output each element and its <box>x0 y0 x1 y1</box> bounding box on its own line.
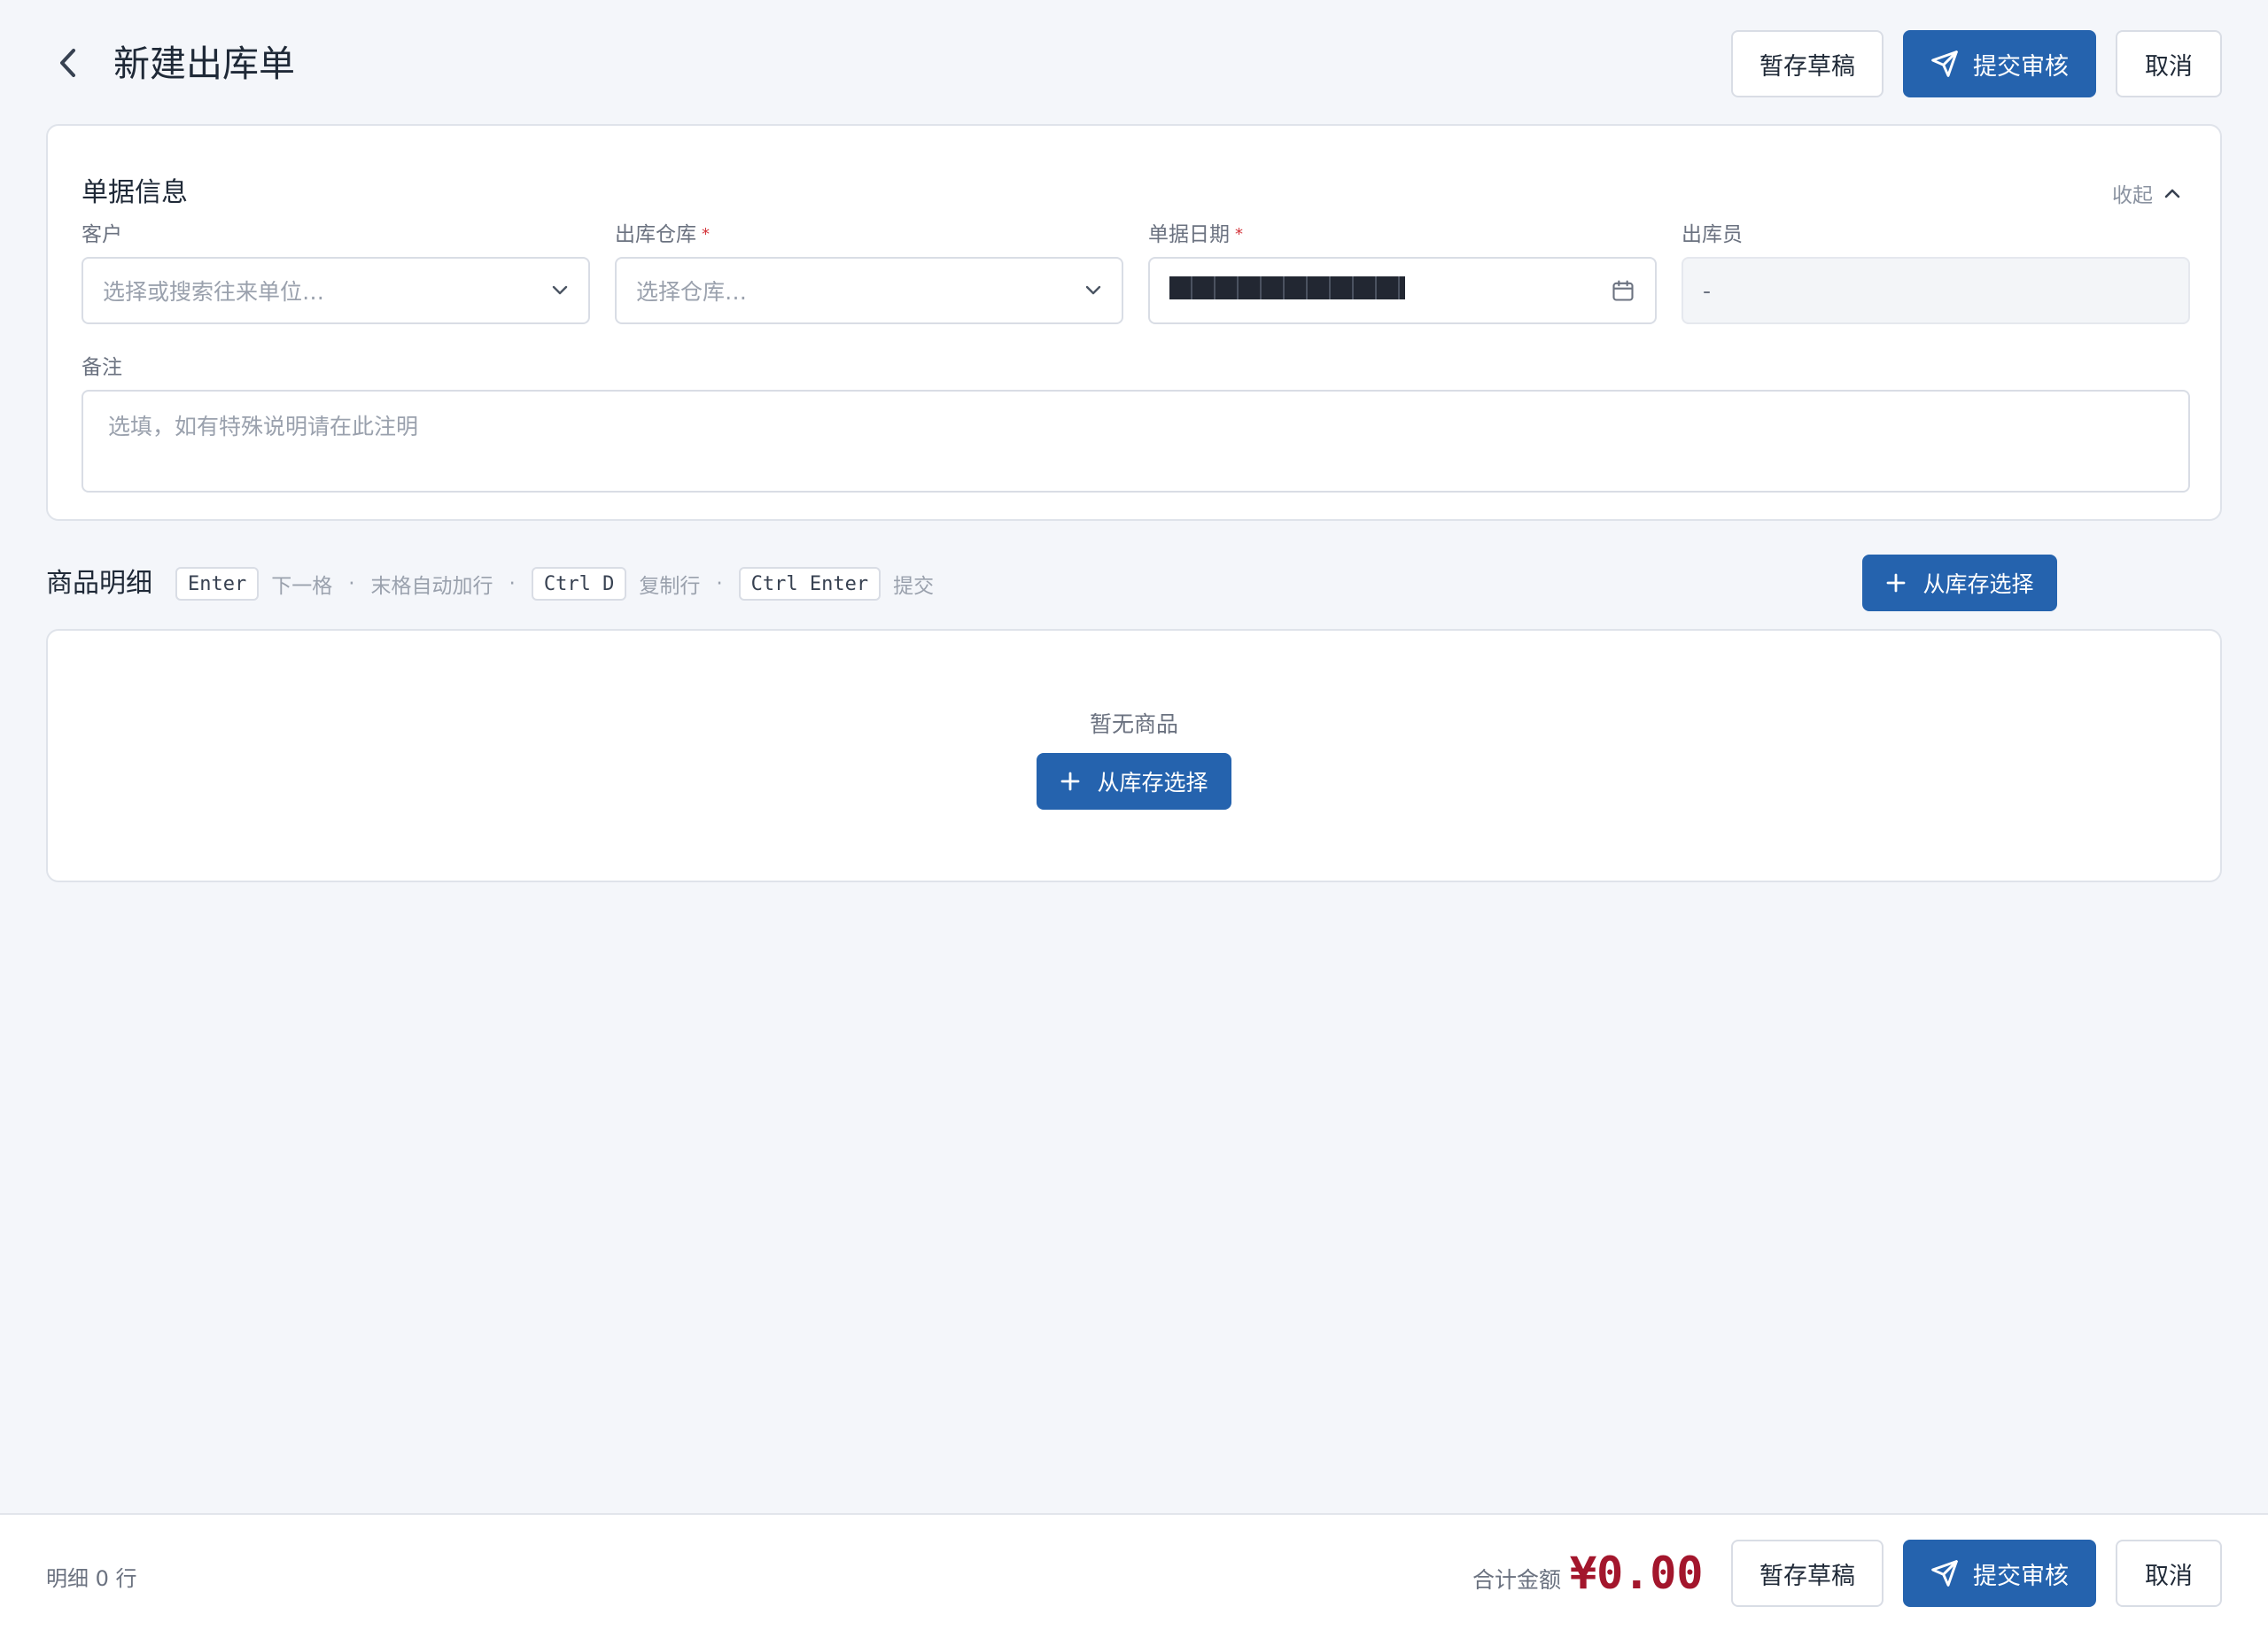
customer-placeholder: 选择或搜索往来单位… <box>103 279 325 305</box>
back-button[interactable] <box>46 39 89 87</box>
page-title: 新建出库单 <box>113 43 295 85</box>
date-label: 单据日期 * <box>1148 223 1243 246</box>
required-mark: * <box>1235 225 1243 244</box>
total-amount: ¥0.00 <box>1570 1548 1704 1599</box>
warehouse-placeholder: 选择仓库… <box>636 279 748 305</box>
cancel-button[interactable]: 取消 <box>2116 30 2222 97</box>
submit-review-button[interactable]: 提交审核 <box>1903 30 2096 97</box>
warehouse-select[interactable]: 选择仓库… <box>615 257 1123 324</box>
submit-review-label: 提交审核 <box>1973 52 2069 81</box>
save-draft-button[interactable]: 暂存草稿 <box>1731 30 1884 97</box>
send-icon <box>1931 1560 1958 1587</box>
kbd-ctrl-enter: Ctrl Enter <box>738 567 882 601</box>
warehouse-label: 出库仓库 * <box>615 223 710 246</box>
customer-label: 客户 <box>82 223 122 246</box>
select-from-stock-label: 从库存选择 <box>1922 571 2034 597</box>
save-draft-label: 暂存草稿 <box>1759 52 1855 81</box>
required-mark: * <box>702 225 710 244</box>
section-title: 单据信息 <box>82 177 188 208</box>
kbd-enter: Enter <box>175 567 260 601</box>
save-draft-label: 暂存草稿 <box>1759 1562 1855 1590</box>
footer-cancel-button[interactable]: 取消 <box>2116 1540 2222 1607</box>
hint-text: 下一格 <box>271 575 333 598</box>
detail-count: 明细 0 行 <box>46 1566 137 1591</box>
empty-select-from-stock-button[interactable]: 从库存选择 <box>1037 753 1231 810</box>
footer-save-draft-button[interactable]: 暂存草稿 <box>1731 1540 1884 1607</box>
operator-label: 出库员 <box>1682 223 1743 246</box>
cancel-label: 取消 <box>2145 52 2193 81</box>
details-empty-card: 暂无商品 从库存选择 <box>46 629 2222 882</box>
empty-text: 暂无商品 <box>1089 711 1178 737</box>
customer-select[interactable]: 选择或搜索往来单位… <box>82 257 590 324</box>
date-value-redacted <box>1169 276 1405 299</box>
date-input[interactable] <box>1148 257 1657 324</box>
remark-label: 备注 <box>82 356 122 379</box>
operator-field: - <box>1682 257 2190 324</box>
chevron-down-icon <box>552 285 568 295</box>
footer-submit-review-button[interactable]: 提交审核 <box>1903 1540 2096 1607</box>
hint-separator: · <box>348 572 355 595</box>
page-header: 新建出库单 暂存草稿 提交审核 取消 <box>0 0 2268 126</box>
remark-placeholder: 选填，如有特殊说明请在此注明 <box>108 414 419 439</box>
chevron-up-icon <box>2164 189 2180 198</box>
hint-separator: · <box>509 572 516 595</box>
remark-textarea[interactable]: 选填，如有特殊说明请在此注明 <box>82 390 2190 493</box>
chevron-down-icon <box>1085 285 1101 295</box>
collapse-label: 收起 <box>2112 184 2153 207</box>
hint-text: 末格自动加行 <box>370 575 493 598</box>
collapse-toggle[interactable]: 收起 <box>2112 175 2181 211</box>
details-title: 商品明细 <box>46 568 152 599</box>
hint-text: 提交 <box>893 575 935 598</box>
keyboard-hints: Enter 下一格 · 末格自动加行 · Ctrl D 复制行 · Ctrl E… <box>175 565 943 602</box>
calendar-icon <box>1612 280 1634 301</box>
hint-text: 复制行 <box>639 575 701 598</box>
hint-separator: · <box>716 572 723 595</box>
plus-icon <box>1061 772 1080 791</box>
chevron-left-icon <box>60 49 75 77</box>
plus-icon <box>1887 573 1906 593</box>
submit-review-label: 提交审核 <box>1973 1562 2069 1590</box>
footer-bar: 明细 0 行 合计金额 ¥0.00 暂存草稿 提交审核 取消 <box>0 1513 2268 1630</box>
select-from-stock-label: 从库存选择 <box>1097 770 1208 796</box>
kbd-ctrl-d: Ctrl D <box>531 567 627 601</box>
page: 新建出库单 暂存草稿 提交审核 取消 单据信息 收起 客户 选择或搜索往来单位…… <box>0 0 2268 1630</box>
send-icon <box>1931 50 1958 77</box>
cancel-label: 取消 <box>2145 1562 2193 1590</box>
document-info-card: 单据信息 收起 客户 选择或搜索往来单位… 出库仓库 * 选择仓库… 单据日期 … <box>46 124 2222 521</box>
operator-value: - <box>1703 277 1712 304</box>
select-from-stock-button[interactable]: 从库存选择 <box>1862 555 2057 611</box>
total-label: 合计金额 <box>1472 1567 1562 1593</box>
